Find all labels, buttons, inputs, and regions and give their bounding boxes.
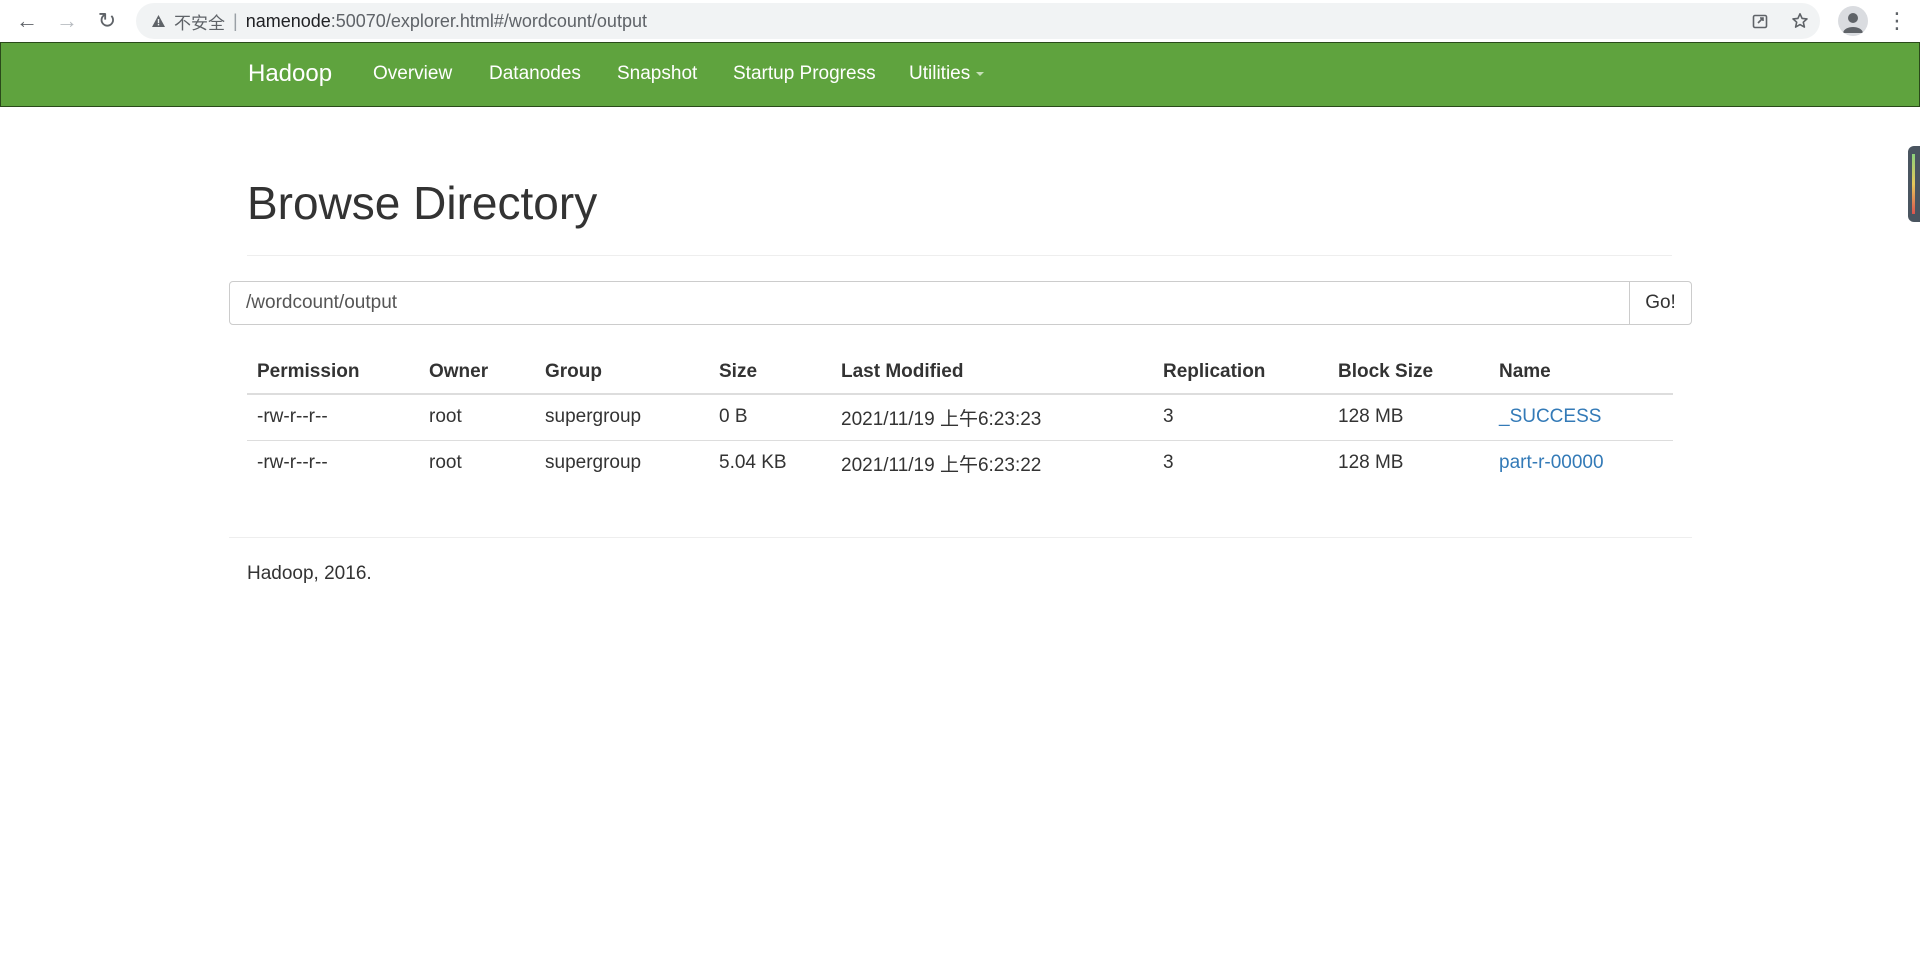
url-separator: | — [233, 10, 238, 31]
footer-divider — [229, 537, 1692, 538]
bookmark-star-icon[interactable] — [1780, 12, 1820, 30]
cell-block-size: 128 MB — [1338, 452, 1404, 474]
navbar-brand[interactable]: Hadoop — [248, 60, 332, 88]
file-link[interactable]: part-r-00000 — [1499, 452, 1604, 473]
cell-permission: -rw-r--r-- — [247, 394, 419, 441]
url-text[interactable]: namenode:50070/explorer.html#/wordcount/… — [246, 11, 647, 32]
cell-permission: -rw-r--r-- — [257, 452, 328, 474]
cell-size: 0 B — [709, 394, 831, 441]
nav-utilities-label: Utilities — [909, 63, 971, 84]
security-label[interactable]: 不安全 — [174, 9, 225, 34]
cell-last-modified: 2021/11/19 上午6:23:22 — [841, 454, 1042, 476]
browser-menu-icon[interactable]: ⋮ — [1882, 6, 1912, 36]
cell-last-modified: 2021/11/19 上午6:23:23 — [831, 394, 1153, 441]
back-icon[interactable]: ← — [7, 3, 47, 39]
header-block-size[interactable]: Block Size — [1328, 350, 1489, 395]
cell-group: supergroup — [545, 452, 642, 474]
footer-text: Hadoop, 2016. — [247, 563, 372, 584]
warning-icon — [150, 13, 166, 29]
hadoop-navbar: Hadoop Overview Datanodes Snapshot Start… — [0, 42, 1920, 107]
table-row: -rw-r--r-- root supergroup 0 B 2021/11/1… — [247, 394, 1673, 441]
header-group[interactable]: Group — [535, 350, 709, 395]
nav-utilities-dropdown[interactable]: Utilities — [909, 63, 985, 85]
url-path: :50070/explorer.html#/wordcount/output — [330, 10, 647, 31]
side-extension-handle[interactable] — [1908, 146, 1920, 222]
file-link[interactable]: _SUCCESS — [1499, 406, 1601, 427]
url-host: namenode — [245, 10, 331, 31]
share-icon[interactable] — [1740, 12, 1780, 30]
go-button[interactable]: Go! — [1629, 281, 1692, 325]
cell-name: _SUCCESS — [1489, 394, 1673, 441]
nav-startup-progress[interactable]: Startup Progress — [733, 63, 876, 85]
page-title: Browse Directory — [247, 177, 598, 229]
caret-down-icon — [976, 71, 985, 76]
cell-replication: 3 — [1163, 452, 1174, 474]
profile-avatar-icon[interactable] — [1838, 6, 1868, 36]
browser-toolbar: ← → ↻ 不安全 | namenode:50070/explorer.html… — [0, 0, 1920, 42]
nav-overview[interactable]: Overview — [373, 63, 452, 85]
cell-name: part-r-00000 — [1489, 440, 1673, 486]
nav-datanodes[interactable]: Datanodes — [489, 63, 581, 85]
header-replication[interactable]: Replication — [1153, 350, 1328, 395]
cell-size: 5.04 KB — [719, 452, 787, 474]
cell-block-size: 128 MB — [1328, 394, 1489, 441]
cell-replication: 3 — [1153, 394, 1328, 441]
table-row: -rw-r--r-- root supergroup 5.04 KB 2021/… — [247, 440, 1673, 486]
header-owner[interactable]: Owner — [419, 350, 535, 395]
cell-owner: root — [429, 452, 462, 474]
forward-icon[interactable]: → — [47, 3, 87, 39]
header-name[interactable]: Name — [1489, 350, 1673, 395]
cell-group: supergroup — [535, 394, 709, 441]
directory-listing-table: Permission Owner Group Size Last Modifie… — [247, 350, 1673, 486]
reload-icon[interactable]: ↻ — [87, 3, 127, 39]
header-size[interactable]: Size — [709, 350, 831, 395]
header-last-modified[interactable]: Last Modified — [831, 350, 1153, 395]
table-header-row: Permission Owner Group Size Last Modifie… — [247, 350, 1673, 395]
title-divider — [247, 255, 1672, 256]
header-permission[interactable]: Permission — [247, 350, 419, 395]
nav-snapshot[interactable]: Snapshot — [617, 63, 697, 85]
cell-owner: root — [419, 394, 535, 441]
directory-path-input[interactable] — [229, 281, 1630, 325]
address-bar[interactable]: 不安全 | namenode:50070/explorer.html#/word… — [136, 3, 1820, 39]
